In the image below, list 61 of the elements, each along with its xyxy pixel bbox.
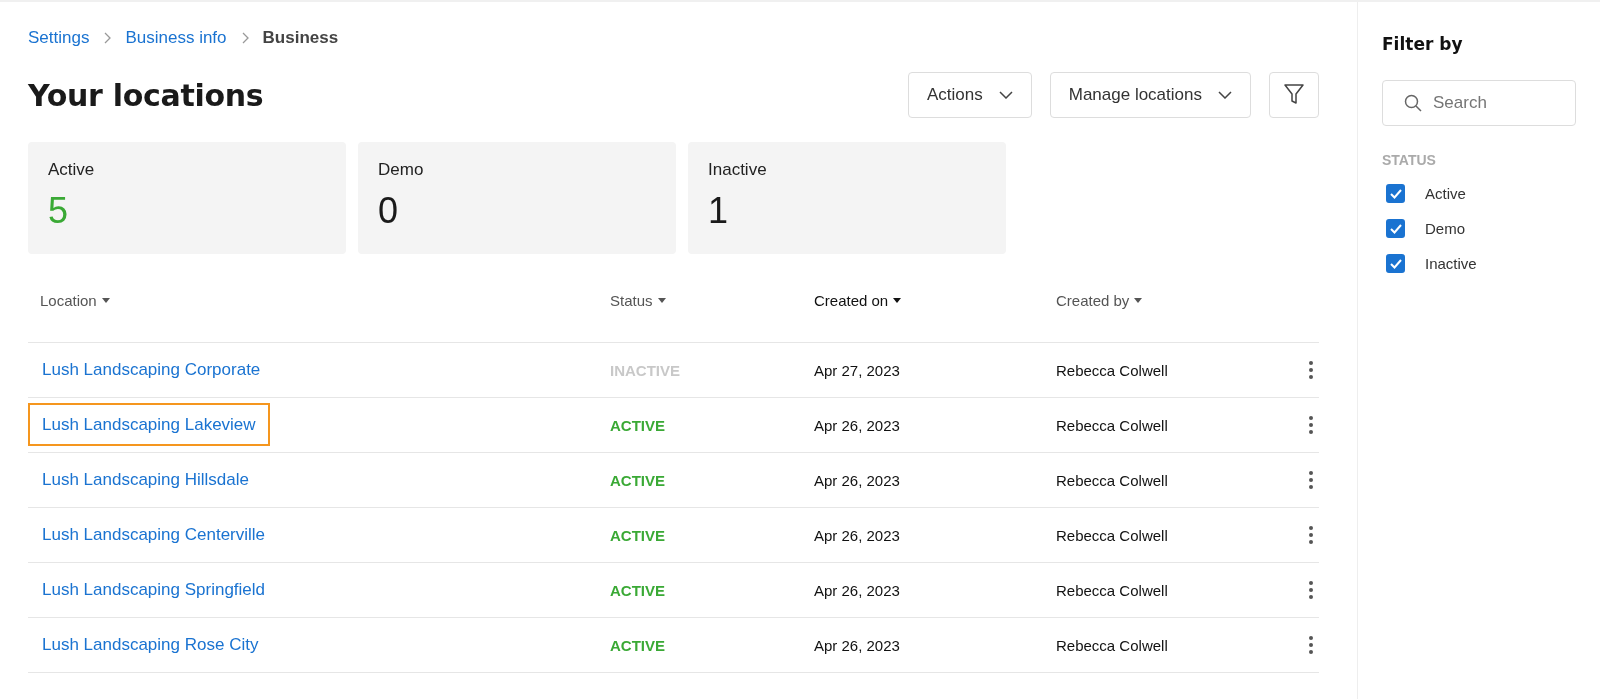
- stat-value: 5: [48, 190, 70, 232]
- breadcrumb-link[interactable]: Business info: [125, 28, 227, 48]
- chevron-right-icon: [103, 32, 112, 44]
- checkbox[interactable]: [1386, 184, 1405, 203]
- caret-down-icon: [893, 298, 902, 303]
- stat-label: Demo: [378, 160, 425, 180]
- status-label: ACTIVE: [610, 581, 666, 599]
- date-cell-text: Apr 26, 2023: [814, 471, 901, 489]
- status-label: ACTIVE: [610, 471, 666, 489]
- creator-cell-text: Rebecca Colwell: [1056, 581, 1169, 599]
- section-title: STATUS: [1382, 152, 1437, 168]
- stat-value: 1: [708, 190, 730, 232]
- checkbox-label: Inactive: [1425, 255, 1477, 272]
- status-label: ACTIVE: [610, 416, 666, 434]
- filter-button[interactable]: [1269, 72, 1319, 118]
- chevron-down-icon: [1218, 91, 1232, 99]
- location-link[interactable]: Lush Landscaping Hillsdale: [28, 458, 263, 501]
- dropdown-button[interactable]: Manage locations: [1049, 72, 1251, 118]
- creator-cell-text: Rebecca Colwell: [1056, 416, 1169, 434]
- creator-cell-text: Rebecca Colwell: [1056, 526, 1169, 544]
- checkmark-icon: [1388, 187, 1403, 200]
- checkbox-label: Demo: [1425, 220, 1465, 237]
- location-link[interactable]: Lush Landscaping Rose City: [28, 623, 273, 666]
- location-link[interactable]: Lush Landscaping Lakeview: [28, 403, 270, 446]
- creator-cell-text: Rebecca Colwell: [1056, 471, 1169, 489]
- date-cell-text: Apr 26, 2023: [814, 526, 901, 544]
- stat-value: 0: [378, 190, 400, 232]
- stat-label: Active: [48, 160, 96, 180]
- filter-title: Filter by: [1382, 34, 1464, 54]
- breadcrumb-current: Business: [262, 28, 339, 48]
- location-link[interactable]: Lush Landscaping Centerville: [28, 513, 280, 556]
- checkbox-label: Active: [1425, 185, 1466, 202]
- status-label: ACTIVE: [610, 526, 666, 544]
- chevron-right-icon: [240, 32, 249, 44]
- checkbox[interactable]: [1386, 219, 1405, 238]
- creator-cell-text: Rebecca Colwell: [1056, 636, 1169, 654]
- checkmark-icon: [1388, 222, 1403, 235]
- location-link[interactable]: Lush Landscaping Corporate: [28, 348, 275, 391]
- breadcrumb-link[interactable]: Settings: [28, 28, 90, 48]
- checkmark-icon: [1388, 257, 1403, 270]
- creator-cell-text: Rebecca Colwell: [1056, 361, 1169, 379]
- status-label: ACTIVE: [610, 636, 666, 654]
- date-cell-text: Apr 27, 2023: [814, 361, 901, 379]
- column-header[interactable]: Status: [610, 292, 666, 309]
- stat-label: Inactive: [708, 160, 768, 180]
- date-cell-text: Apr 26, 2023: [814, 636, 901, 654]
- funnel-icon: [1284, 84, 1304, 106]
- dropdown-button[interactable]: Actions: [908, 72, 1032, 118]
- search-field[interactable]: Search: [1382, 80, 1576, 126]
- chevron-down-icon: [998, 91, 1013, 99]
- checkbox[interactable]: [1386, 254, 1405, 273]
- column-header[interactable]: Created on: [814, 292, 902, 309]
- date-cell-text: Apr 26, 2023: [814, 416, 901, 434]
- column-header[interactable]: Created by: [1056, 292, 1143, 309]
- column-header[interactable]: Location: [40, 292, 110, 309]
- location-link[interactable]: Lush Landscaping Springfield: [28, 568, 280, 611]
- page-title: Your locations: [28, 77, 264, 113]
- caret-down-icon: [657, 298, 666, 303]
- date-cell-text: Apr 26, 2023: [814, 581, 901, 599]
- caret-down-icon: [101, 298, 110, 303]
- caret-down-icon: [1134, 298, 1143, 303]
